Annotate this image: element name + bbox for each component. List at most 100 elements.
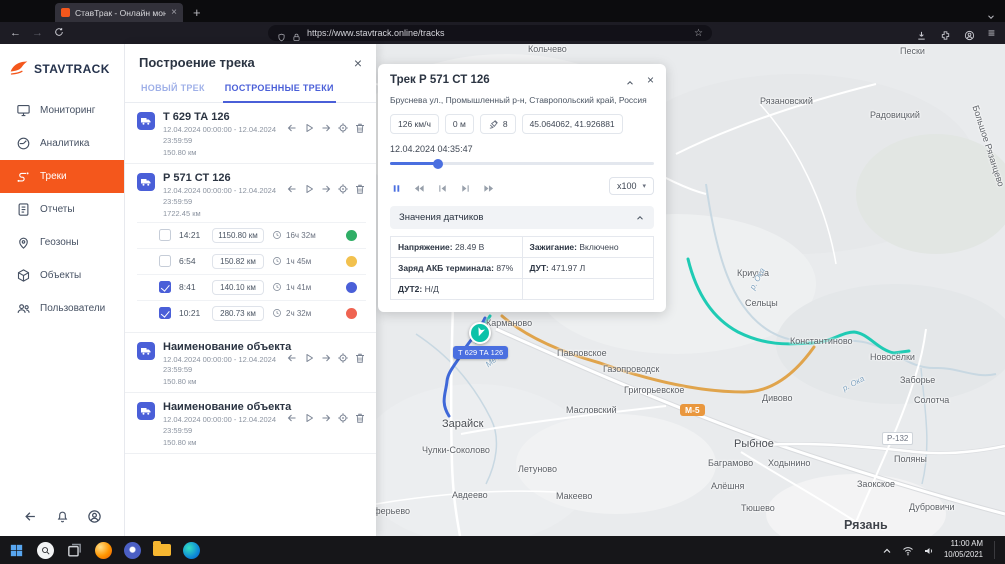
- step-back-button[interactable]: [436, 181, 449, 192]
- tray-expand-button[interactable]: [881, 544, 893, 556]
- track-row[interactable]: Р 571 СТ 12612.04.2024 00:00:00 - 12.04.…: [125, 164, 376, 333]
- pause-button[interactable]: [390, 181, 403, 192]
- play-track-button[interactable]: [303, 411, 315, 423]
- tab-list-button[interactable]: [986, 9, 996, 19]
- track-info: Наименование объекта12.04.2024 00:00:00 …: [163, 341, 291, 387]
- popup-collapse-button[interactable]: [625, 75, 635, 85]
- sidebar-item-users[interactable]: Пользователи: [0, 292, 124, 325]
- move-left-button[interactable]: [286, 182, 298, 194]
- back-button[interactable]: ←: [10, 28, 21, 39]
- vehicle-marker[interactable]: [469, 322, 491, 344]
- app-logo[interactable]: STAVTRACK: [0, 44, 124, 94]
- focus-track-button[interactable]: [337, 121, 349, 133]
- bookmark-star-icon[interactable]: ☆: [694, 28, 703, 39]
- sidebar-item-label: Мониторинг: [40, 105, 95, 116]
- taskbar-clock[interactable]: 11:00 AM 10/05/2021: [944, 539, 983, 561]
- segment-checkbox[interactable]: [159, 255, 171, 267]
- network-icon[interactable]: [902, 544, 914, 556]
- start-button[interactable]: [8, 542, 25, 559]
- track-segment-row[interactable]: 10:21280.73 км2ч 32м: [137, 300, 366, 326]
- volume-icon[interactable]: [923, 544, 935, 556]
- tab-new-track[interactable]: НОВЫЙ ТРЕК: [139, 76, 207, 102]
- tab-built-tracks[interactable]: ПОСТРОЕННЫЕ ТРЕКИ: [223, 76, 336, 103]
- playback-slider[interactable]: [390, 157, 654, 169]
- play-track-button[interactable]: [303, 121, 315, 133]
- play-track-button[interactable]: [303, 351, 315, 363]
- sidebar-item-reports[interactable]: Отчеты: [0, 193, 124, 226]
- delete-track-button[interactable]: [354, 351, 366, 363]
- url-text[interactable]: https://www.stavtrack.online/tracks: [307, 28, 688, 38]
- panel-close-button[interactable]: ×: [354, 56, 362, 70]
- sidebar-item-objects[interactable]: Объекты: [0, 259, 124, 292]
- move-left-button[interactable]: [286, 411, 298, 423]
- vehicle-label[interactable]: Т 629 ТА 126: [453, 346, 508, 359]
- firefox-taskbar-icon[interactable]: [95, 542, 112, 559]
- shield-icon[interactable]: [277, 29, 286, 38]
- fast-forward-button[interactable]: [482, 181, 495, 192]
- extensions-button[interactable]: [940, 28, 951, 39]
- sensor-value: Н/Д: [425, 284, 439, 294]
- collapse-sidebar-button[interactable]: [23, 509, 38, 524]
- segment-checkbox[interactable]: [159, 229, 171, 241]
- lock-icon: [292, 29, 301, 38]
- clock-icon: [272, 308, 282, 318]
- step-forward-button[interactable]: [459, 181, 472, 192]
- focus-track-button[interactable]: [337, 351, 349, 363]
- segment-checkbox[interactable]: [159, 281, 171, 293]
- downloads-button[interactable]: [916, 28, 927, 39]
- edge-taskbar-icon[interactable]: [183, 542, 200, 559]
- notifications-bell-icon[interactable]: [55, 509, 70, 524]
- task-view-button[interactable]: [66, 542, 83, 559]
- move-right-button[interactable]: [320, 411, 332, 423]
- rewind-button[interactable]: [413, 181, 426, 192]
- track-segment-row[interactable]: 8:41140.10 км1ч 41м: [137, 274, 366, 300]
- sidebar-item-tracks[interactable]: Треки: [0, 160, 124, 193]
- sidebar-item-monitoring[interactable]: Мониторинг: [0, 94, 124, 127]
- playback-speed-select[interactable]: x100 ▾: [609, 177, 654, 195]
- move-right-button[interactable]: [320, 351, 332, 363]
- segment-checkbox[interactable]: [159, 307, 171, 319]
- focus-track-button[interactable]: [337, 182, 349, 194]
- track-row[interactable]: Наименование объекта12.04.2024 00:00:00 …: [125, 333, 376, 394]
- user-profile-icon[interactable]: [87, 509, 102, 524]
- browser-toolbar: ← → https://www.stavtrack.online/tracks …: [0, 22, 1005, 44]
- move-right-button[interactable]: [320, 121, 332, 133]
- delete-track-button[interactable]: [354, 121, 366, 133]
- popup-close-button[interactable]: ×: [647, 74, 654, 86]
- segment-distance: 1150.80 км: [212, 228, 264, 243]
- forward-button[interactable]: →: [32, 28, 43, 39]
- browser-tab[interactable]: СтавТрак - Онлайн мониторинг ×: [55, 3, 183, 22]
- track-actions: [286, 121, 366, 133]
- focus-track-button[interactable]: [337, 411, 349, 423]
- address-bar[interactable]: https://www.stavtrack.online/tracks ☆: [268, 25, 712, 41]
- track-row[interactable]: Наименование объекта12.04.2024 00:00:00 …: [125, 393, 376, 454]
- track-actions: [286, 411, 366, 423]
- track-segment-row[interactable]: 6:54150.82 км1ч 45м: [137, 248, 366, 274]
- playback-controls: x100 ▾: [390, 177, 654, 195]
- screen: СтавТрак - Онлайн мониторинг × + ← → htt…: [0, 0, 1005, 564]
- map[interactable]: КольчевоПескиРязановскийРадовицкийБольшо…: [376, 44, 1005, 536]
- delete-track-button[interactable]: [354, 182, 366, 194]
- slider-thumb[interactable]: [433, 159, 443, 169]
- delete-track-button[interactable]: [354, 411, 366, 423]
- track-row[interactable]: Т 629 ТА 12612.04.2024 00:00:00 - 12.04.…: [125, 103, 376, 164]
- move-left-button[interactable]: [286, 351, 298, 363]
- sidebar-item-geozones[interactable]: Геозоны: [0, 226, 124, 259]
- blue-app-taskbar-icon[interactable]: [124, 542, 141, 559]
- new-tab-button[interactable]: +: [193, 5, 201, 20]
- profile-button[interactable]: [964, 28, 975, 39]
- track-segment-row[interactable]: 14:211150.80 км16ч 32м: [137, 222, 366, 248]
- sidebar-item-analytics[interactable]: Аналитика: [0, 127, 124, 160]
- refresh-button[interactable]: [54, 27, 64, 40]
- tab-close-button[interactable]: ×: [171, 8, 177, 18]
- show-desktop-button[interactable]: [994, 541, 997, 559]
- menu-button[interactable]: ≡: [988, 27, 995, 39]
- taskbar-search-button[interactable]: [37, 542, 54, 559]
- play-track-button[interactable]: [303, 182, 315, 194]
- taskbar-tray: 11:00 AM 10/05/2021: [881, 539, 997, 561]
- users-icon: [16, 301, 31, 316]
- move-left-button[interactable]: [286, 121, 298, 133]
- file-explorer-taskbar-icon[interactable]: [153, 544, 171, 556]
- move-right-button[interactable]: [320, 182, 332, 194]
- sensors-section-header[interactable]: Значения датчиков: [390, 206, 654, 229]
